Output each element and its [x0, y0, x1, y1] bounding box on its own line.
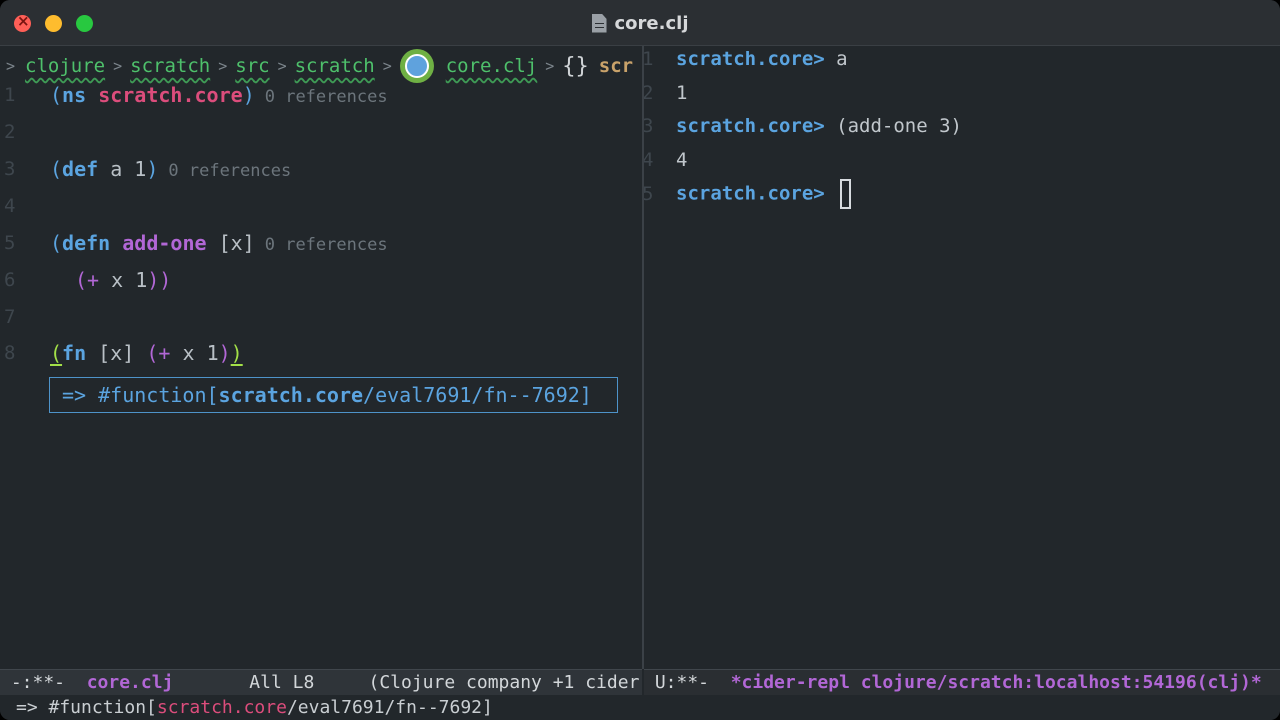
line-number: 2 — [644, 82, 654, 104]
breadcrumb-chevron-icon: > — [545, 57, 555, 75]
breadcrumb-chevron-icon: > — [6, 57, 16, 75]
breadcrumb-item-src[interactable]: src — [235, 55, 269, 77]
line-number: 6 — [4, 269, 16, 291]
repl-output: 4 — [676, 149, 688, 171]
repl-prompt: scratch.core> — [676, 182, 825, 205]
echo-area: => #function[scratch.core/eval7691/fn--7… — [0, 695, 1280, 720]
mode-line-buffer-name[interactable]: *cider-repl clojure/scratch:localhost:54… — [731, 672, 1262, 693]
document-icon — [591, 13, 607, 33]
breadcrumb-item-namespace[interactable]: scr — [599, 55, 633, 77]
references-lens[interactable]: 0 references — [265, 235, 388, 255]
line-number: 4 — [644, 149, 654, 171]
mode-line-modes[interactable]: (Clojure company +1 cider — [368, 672, 639, 693]
breadcrumb-chevron-icon: > — [382, 57, 392, 75]
clojure-logo-icon — [399, 49, 434, 83]
repl-pane[interactable]: 1 scratch.core> a 2 1 3 scratch.core> (a… — [644, 46, 1280, 669]
repl-mode-line[interactable]: U:**- *cider-repl clojure/scratch:localh… — [644, 669, 1280, 695]
title-bar: core.clj — [0, 0, 1280, 46]
namespace-symbol-icon: {} — [562, 53, 589, 79]
matching-paren: ) — [230, 341, 243, 365]
window-title: core.clj — [614, 12, 689, 34]
breadcrumb-item-clojure[interactable]: clojure — [25, 55, 105, 77]
line-number: 2 — [4, 121, 16, 143]
breadcrumb-item-scratch-dir[interactable]: scratch — [295, 55, 375, 77]
breadcrumb: > clojure > scratch > src > scratch > co… — [0, 48, 642, 84]
repl-output: 1 — [676, 82, 688, 104]
text-cursor[interactable] — [840, 179, 852, 209]
editor-pane[interactable]: > clojure > scratch > src > scratch > co… — [0, 46, 642, 669]
line-number: 5 — [644, 183, 654, 205]
repl-prompt: scratch.core> — [676, 115, 825, 137]
line-number: 3 — [644, 115, 654, 137]
references-lens[interactable]: 0 references — [168, 161, 291, 181]
line-number: 8 — [4, 342, 16, 364]
references-lens[interactable]: 0 references — [265, 87, 388, 107]
line-number: 5 — [4, 232, 16, 254]
line-number: 1 — [644, 48, 654, 70]
breadcrumb-item-scratch[interactable]: scratch — [130, 55, 210, 77]
breadcrumb-chevron-icon: > — [218, 57, 228, 75]
eval-result-overlay: => #function[scratch.core/eval7691/fn--7… — [49, 377, 618, 413]
line-number: 4 — [4, 195, 16, 217]
editor-mode-line[interactable]: -:**- core.clj All L8 (Clojure company +… — [0, 669, 642, 695]
line-number: 1 — [4, 84, 16, 106]
breadcrumb-chevron-icon: > — [113, 57, 123, 75]
breadcrumb-chevron-icon: > — [277, 57, 287, 75]
breadcrumb-item-file[interactable]: core.clj — [446, 55, 538, 77]
matching-paren: ( — [50, 341, 63, 365]
emacs-window: core.clj > clojure > scratch > src > scr… — [0, 0, 1280, 720]
repl-prompt: scratch.core> — [676, 48, 825, 70]
mode-line-buffer-name[interactable]: core.clj — [87, 672, 174, 693]
line-number: 7 — [4, 306, 16, 328]
line-number: 3 — [4, 158, 16, 180]
